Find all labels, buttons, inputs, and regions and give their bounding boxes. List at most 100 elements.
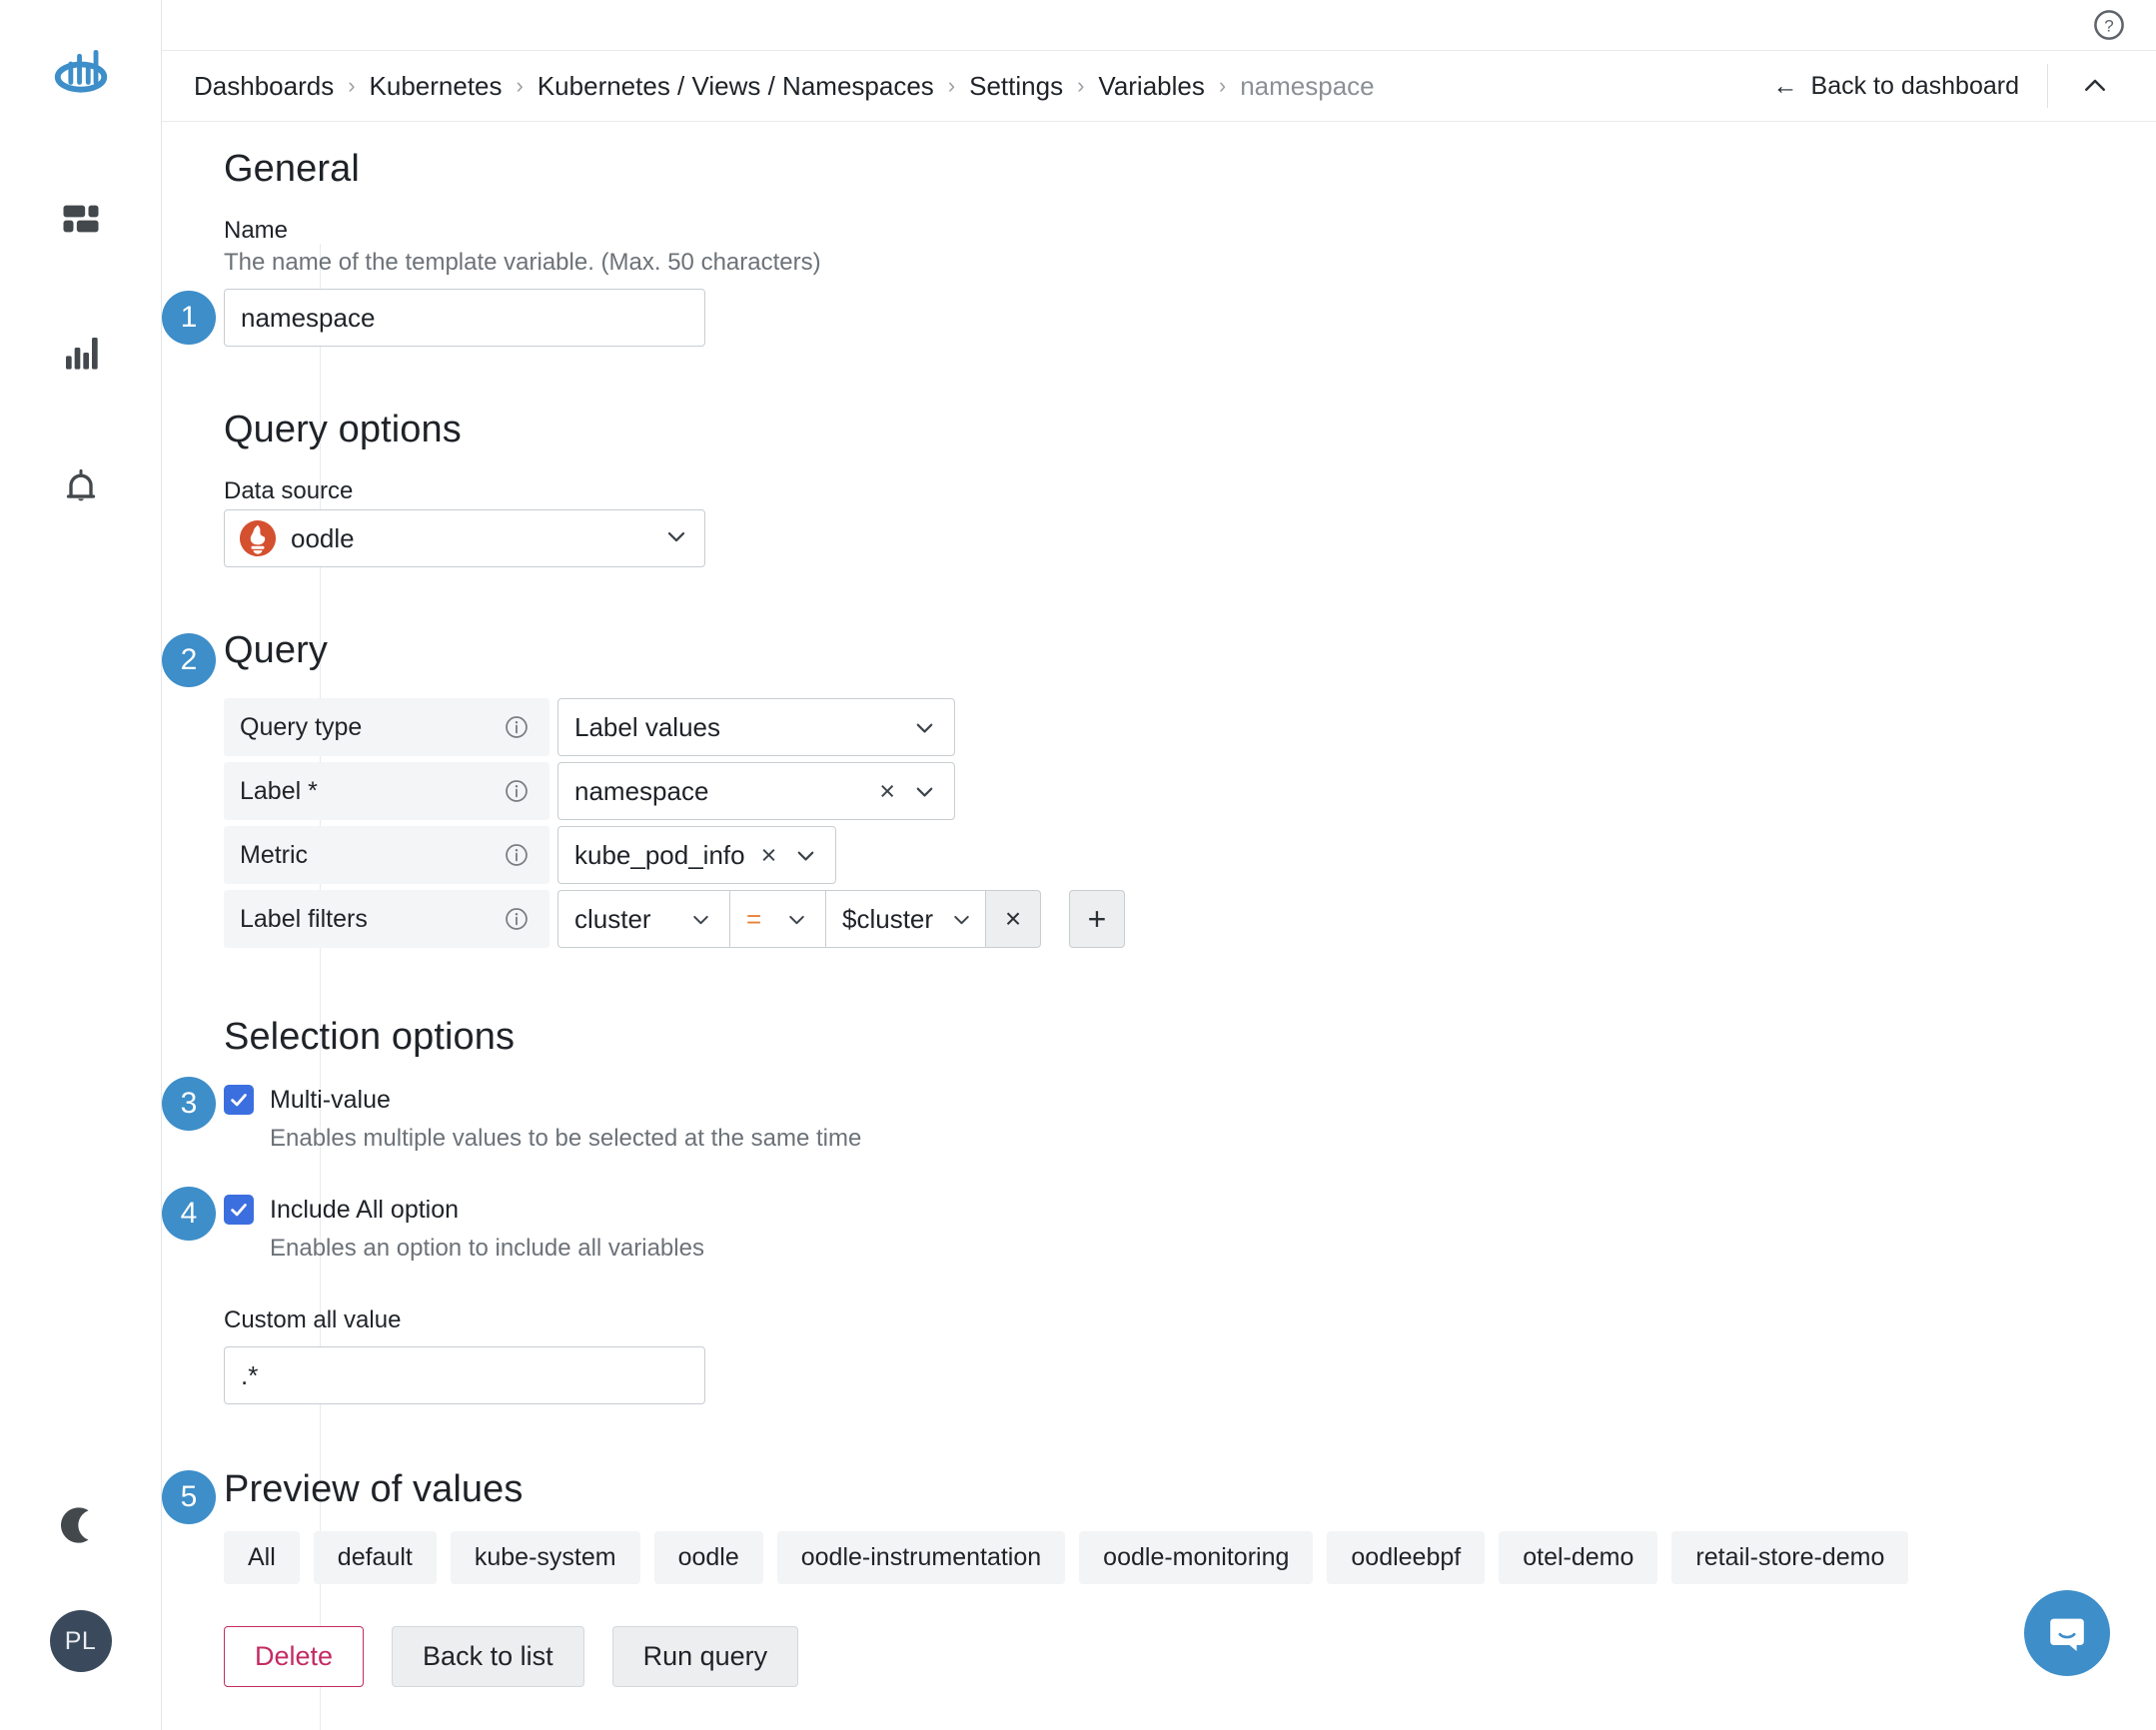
filter-key-select[interactable]: cluster	[557, 890, 729, 948]
preview-chip: All	[224, 1531, 300, 1584]
clear-icon[interactable]: ×	[877, 777, 897, 805]
back-to-list-button[interactable]: Back to list	[392, 1626, 584, 1687]
top-bar: ?	[162, 0, 2156, 50]
filter-operator-select[interactable]: =	[729, 890, 825, 948]
delete-button[interactable]: Delete	[224, 1626, 365, 1687]
step-badge-1: 1	[162, 291, 216, 345]
metric-select[interactable]: kube_pod_info ×	[557, 826, 837, 884]
back-to-dashboard-label: Back to dashboard	[1810, 71, 2019, 100]
app-root: PL ? Dashboards › Kubernetes › Kubernete…	[0, 0, 2156, 1730]
datasource-picker[interactable]: oodle	[224, 509, 705, 567]
info-icon[interactable]	[504, 778, 530, 804]
breadcrumb-item-variables[interactable]: Variables	[1098, 71, 1204, 102]
label-filters-label-cell: Label filters	[224, 890, 549, 948]
name-description: The name of the template variable. (Max.…	[224, 249, 821, 276]
chevron-down-icon	[949, 907, 974, 932]
preview-heading: Preview of values	[224, 1468, 524, 1510]
remove-filter-button[interactable]: ×	[985, 890, 1041, 948]
query-rows: Query type Label values Label * namespac…	[224, 698, 2156, 948]
query-type-label-cell: Query type	[224, 698, 549, 756]
label-filter-group: cluster = $cluster × +	[557, 890, 1125, 948]
multi-value-label: Multi-value	[270, 1085, 391, 1114]
label-label-cell: Label *	[224, 762, 549, 820]
chevron-down-icon	[792, 842, 819, 869]
breadcrumb-separator: ›	[516, 73, 524, 98]
breadcrumb-item-dashboards[interactable]: Dashboards	[194, 71, 334, 102]
rail-bottom-group: PL	[49, 1502, 112, 1730]
alerts-icon[interactable]	[58, 463, 104, 509]
chevron-up-icon	[2085, 79, 2105, 91]
preview-group: 5 Preview of values All default kube-sys…	[162, 1468, 2156, 1584]
prometheus-flame-icon	[239, 519, 277, 557]
check-icon	[231, 1204, 247, 1217]
clear-icon[interactable]: ×	[759, 841, 779, 869]
preview-chip: kube-system	[450, 1531, 640, 1584]
preview-chip: otel-demo	[1499, 1531, 1658, 1584]
preview-chip: default	[313, 1531, 437, 1584]
include-all-checkbox[interactable]	[224, 1195, 254, 1225]
breadcrumb-item-settings[interactable]: Settings	[969, 71, 1063, 102]
preview-chip: oodle-monitoring	[1079, 1531, 1314, 1584]
query-type-value: Label values	[574, 711, 720, 742]
label-select[interactable]: namespace ×	[557, 762, 955, 820]
name-input[interactable]	[224, 289, 705, 347]
breadcrumb: Dashboards › Kubernetes › Kubernetes / V…	[194, 71, 1375, 102]
info-icon[interactable]	[504, 842, 530, 868]
back-to-dashboard-button[interactable]: ← Back to dashboard	[1773, 72, 2047, 101]
avatar[interactable]: PL	[49, 1610, 112, 1672]
custom-all-group: Custom all value	[224, 1306, 2156, 1404]
step-badge-3: 3	[162, 1077, 216, 1131]
action-button-row: Delete Back to list Run query	[224, 1626, 2156, 1687]
query-type-control: Label values	[557, 698, 955, 756]
dashboards-icon[interactable]	[58, 196, 104, 242]
include-all-row[interactable]: Include All option	[224, 1195, 2156, 1225]
svg-text:?: ?	[2104, 17, 2113, 36]
breadcrumb-item-namespace: namespace	[1240, 70, 1375, 101]
help-icon[interactable]: ?	[2092, 8, 2126, 42]
info-icon[interactable]	[504, 906, 530, 932]
metrics-icon[interactable]	[58, 330, 104, 376]
filter-value-value: $cluster	[842, 903, 934, 934]
include-all-description: Enables an option to include all variabl…	[270, 1235, 704, 1262]
multi-value-row[interactable]: Multi-value	[224, 1085, 2156, 1115]
preview-chip: oodle	[653, 1531, 763, 1584]
breadcrumb-separator: ›	[1218, 73, 1227, 98]
label-filters-row: Label filters cluster = $cluster × +	[224, 890, 2156, 948]
preview-chip: oodle-instrumentation	[776, 1531, 1066, 1584]
preview-chip: retail-store-demo	[1671, 1531, 1909, 1584]
multi-value-description: Enables multiple values to be selected a…	[270, 1125, 862, 1152]
datasource-name: oodle	[291, 522, 355, 553]
custom-all-input[interactable]	[224, 1346, 705, 1404]
step-badge-4: 4	[162, 1187, 216, 1241]
label-row: Label * namespace ×	[224, 762, 2156, 820]
name-field-group: Name The name of the template variable. …	[162, 217, 2156, 347]
label-control: namespace ×	[557, 762, 955, 820]
run-query-button[interactable]: Run query	[611, 1626, 799, 1687]
rail-icon-list	[58, 196, 104, 509]
chat-launcher-button[interactable]	[2024, 1590, 2110, 1676]
breadcrumb-item-views-namespaces[interactable]: Kubernetes / Views / Namespaces	[538, 71, 934, 102]
metric-control: kube_pod_info ×	[557, 826, 837, 884]
filter-operator-value: =	[746, 903, 762, 934]
oodle-logo[interactable]	[50, 48, 112, 110]
filter-value-select[interactable]: $cluster	[825, 890, 985, 948]
general-heading: General	[224, 148, 360, 190]
multi-value-checkbox[interactable]	[224, 1085, 254, 1115]
query-type-select[interactable]: Label values	[557, 698, 955, 756]
info-icon[interactable]	[504, 714, 530, 740]
selection-options-heading: Selection options	[224, 1016, 516, 1058]
breadcrumb-separator: ›	[947, 73, 956, 98]
dark-mode-icon[interactable]	[58, 1502, 104, 1548]
breadcrumb-separator: ›	[348, 73, 356, 98]
include-all-label: Include All option	[270, 1195, 460, 1224]
collapse-panel-button[interactable]	[2048, 71, 2128, 101]
chevron-down-icon	[688, 907, 713, 932]
filter-key-value: cluster	[574, 903, 651, 934]
preview-value-list: All default kube-system oodle oodle-inst…	[224, 1531, 2156, 1584]
step-badge-2: 2	[162, 633, 216, 687]
chevron-down-icon	[911, 778, 938, 805]
add-filter-button[interactable]: +	[1069, 890, 1125, 948]
breadcrumb-item-kubernetes[interactable]: Kubernetes	[370, 71, 503, 102]
label-value: namespace	[574, 775, 709, 806]
metric-label: Metric	[240, 840, 309, 869]
